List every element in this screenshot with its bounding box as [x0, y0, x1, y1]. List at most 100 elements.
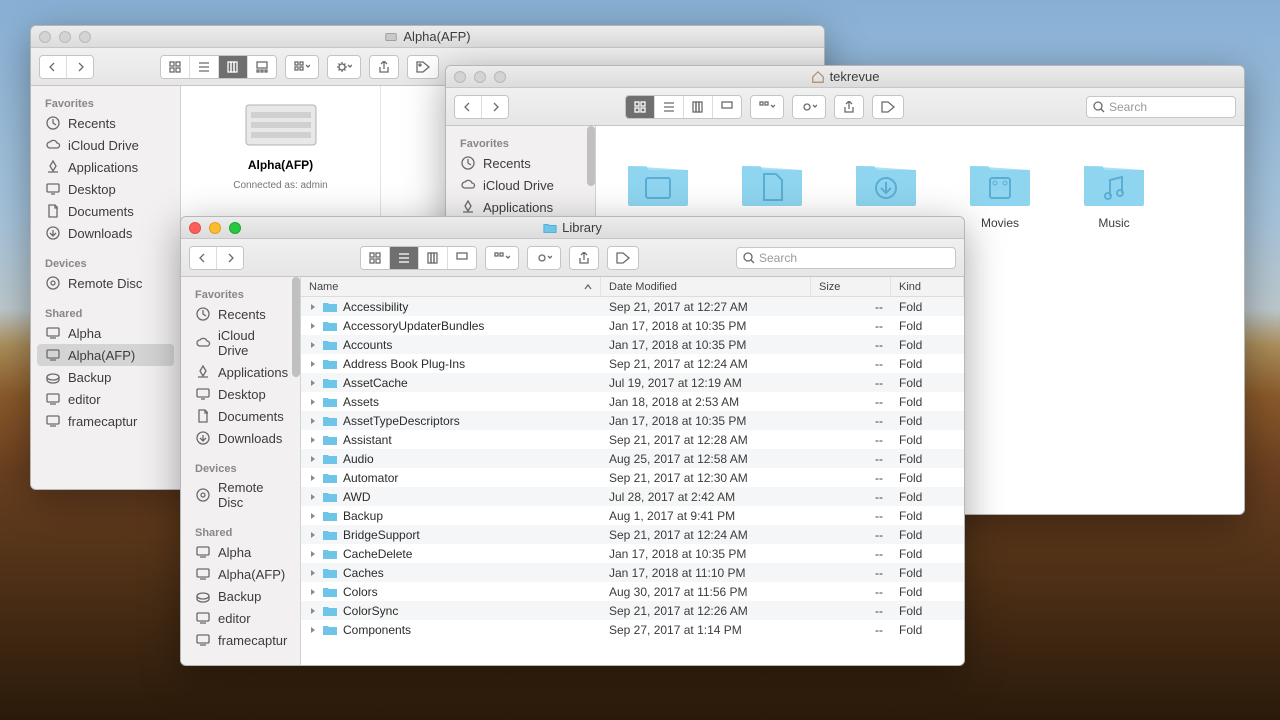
tags-button[interactable]: [408, 56, 438, 78]
sidebar-item-applications[interactable]: Applications: [446, 196, 595, 218]
column-view-button[interactable]: [419, 247, 448, 269]
disclosure-triangle-icon[interactable]: [309, 626, 317, 634]
icon-view-button[interactable]: [161, 56, 190, 78]
gallery-view-button[interactable]: [713, 96, 741, 118]
disclosure-triangle-icon[interactable]: [309, 379, 317, 387]
titlebar[interactable]: Alpha(AFP): [31, 26, 824, 48]
icon-view-button[interactable]: [361, 247, 390, 269]
tags-button[interactable]: [873, 96, 903, 118]
table-row[interactable]: ColorSync Sep 21, 2017 at 12:26 AM -- Fo…: [301, 601, 964, 620]
sidebar-item-alpha[interactable]: Alpha: [181, 541, 300, 563]
scrollbar[interactable]: [587, 126, 595, 186]
date-column-header[interactable]: Date Modified: [601, 277, 811, 296]
sidebar-item-alpha-afp-[interactable]: Alpha(AFP): [37, 344, 174, 366]
sidebar-item-recents[interactable]: Recents: [181, 303, 300, 325]
disclosure-triangle-icon[interactable]: [309, 436, 317, 444]
sidebar-item-recents[interactable]: Recents: [446, 152, 595, 174]
scrollbar[interactable]: [292, 277, 300, 377]
sidebar-item-icloud-drive[interactable]: iCloud Drive: [31, 134, 180, 156]
column-view-button[interactable]: [684, 96, 713, 118]
arrange-button[interactable]: [751, 96, 783, 118]
disclosure-triangle-icon[interactable]: [309, 512, 317, 520]
back-button[interactable]: [40, 56, 67, 78]
table-row[interactable]: Colors Aug 30, 2017 at 11:56 PM -- Fold: [301, 582, 964, 601]
sidebar-item-documents[interactable]: Documents: [181, 405, 300, 427]
sidebar-item-icloud-drive[interactable]: iCloud Drive: [446, 174, 595, 196]
share-button[interactable]: [570, 247, 598, 269]
folder-movies[interactable]: Movies: [968, 156, 1032, 230]
back-button[interactable]: [455, 96, 482, 118]
disclosure-triangle-icon[interactable]: [309, 607, 317, 615]
sidebar-item-remote-disc[interactable]: Remote Disc: [31, 272, 180, 294]
action-button[interactable]: [328, 56, 360, 78]
search-field[interactable]: Search: [1086, 96, 1236, 118]
titlebar[interactable]: tekrevue: [446, 66, 1244, 88]
titlebar[interactable]: Library: [181, 217, 964, 239]
disclosure-triangle-icon[interactable]: [309, 398, 317, 406]
sidebar-item-editor[interactable]: editor: [31, 388, 180, 410]
disclosure-triangle-icon[interactable]: [309, 569, 317, 577]
table-row[interactable]: Caches Jan 17, 2018 at 11:10 PM -- Fold: [301, 563, 964, 582]
gallery-view-button[interactable]: [248, 56, 276, 78]
sidebar-item-applications[interactable]: Applications: [181, 361, 300, 383]
name-column-header[interactable]: Name: [301, 277, 601, 296]
table-row[interactable]: AWD Jul 28, 2017 at 2:42 AM -- Fold: [301, 487, 964, 506]
size-column-header[interactable]: Size: [811, 277, 891, 296]
sidebar-item-desktop[interactable]: Desktop: [181, 383, 300, 405]
disclosure-triangle-icon[interactable]: [309, 455, 317, 463]
table-row[interactable]: Audio Aug 25, 2017 at 12:58 AM -- Fold: [301, 449, 964, 468]
disclosure-triangle-icon[interactable]: [309, 303, 317, 311]
table-row[interactable]: Components Sep 27, 2017 at 1:14 PM -- Fo…: [301, 620, 964, 639]
table-row[interactable]: Accessibility Sep 21, 2017 at 12:27 AM -…: [301, 297, 964, 316]
disclosure-triangle-icon[interactable]: [309, 341, 317, 349]
table-row[interactable]: Assistant Sep 21, 2017 at 12:28 AM -- Fo…: [301, 430, 964, 449]
sidebar-item-downloads[interactable]: Downloads: [181, 427, 300, 449]
disclosure-triangle-icon[interactable]: [309, 550, 317, 558]
arrange-button[interactable]: [286, 56, 318, 78]
sidebar-item-remote-disc[interactable]: Remote Disc: [181, 477, 300, 513]
table-row[interactable]: CacheDelete Jan 17, 2018 at 10:35 PM -- …: [301, 544, 964, 563]
share-button[interactable]: [835, 96, 863, 118]
sidebar-item-editor[interactable]: editor: [181, 607, 300, 629]
disclosure-triangle-icon[interactable]: [309, 360, 317, 368]
disclosure-triangle-icon[interactable]: [309, 417, 317, 425]
sidebar-item-documents[interactable]: Documents: [31, 200, 180, 222]
table-row[interactable]: Backup Aug 1, 2017 at 9:41 PM -- Fold: [301, 506, 964, 525]
search-field[interactable]: Search: [736, 247, 956, 269]
forward-button[interactable]: [67, 56, 93, 78]
table-row[interactable]: Automator Sep 21, 2017 at 12:30 AM -- Fo…: [301, 468, 964, 487]
list-view-button[interactable]: [190, 56, 219, 78]
disclosure-triangle-icon[interactable]: [309, 588, 317, 596]
disclosure-triangle-icon[interactable]: [309, 493, 317, 501]
sidebar-item-icloud-drive[interactable]: iCloud Drive: [181, 325, 300, 361]
table-row[interactable]: Accounts Jan 17, 2018 at 10:35 PM -- Fol…: [301, 335, 964, 354]
sidebar-item-backup[interactable]: Backup: [181, 585, 300, 607]
disclosure-triangle-icon[interactable]: [309, 531, 317, 539]
disclosure-triangle-icon[interactable]: [309, 474, 317, 482]
sidebar-item-alpha-afp-[interactable]: Alpha(AFP): [181, 563, 300, 585]
list-view-button[interactable]: [390, 247, 419, 269]
action-button[interactable]: [793, 96, 825, 118]
arrange-button[interactable]: [486, 247, 518, 269]
table-row[interactable]: BridgeSupport Sep 21, 2017 at 12:24 AM -…: [301, 525, 964, 544]
icon-view-button[interactable]: [626, 96, 655, 118]
folder-music[interactable]: Music: [1082, 156, 1146, 230]
column-view-button[interactable]: [219, 56, 248, 78]
share-button[interactable]: [370, 56, 398, 78]
disclosure-triangle-icon[interactable]: [309, 322, 317, 330]
sidebar-item-applications[interactable]: Applications: [31, 156, 180, 178]
list-view-button[interactable]: [655, 96, 684, 118]
sidebar-item-recents[interactable]: Recents: [31, 112, 180, 134]
sidebar-item-framecaptur[interactable]: framecaptur: [31, 410, 180, 432]
sidebar-item-desktop[interactable]: Desktop: [31, 178, 180, 200]
table-row[interactable]: AccessoryUpdaterBundles Jan 17, 2018 at …: [301, 316, 964, 335]
kind-column-header[interactable]: Kind: [891, 277, 964, 296]
back-button[interactable]: [190, 247, 217, 269]
table-row[interactable]: Assets Jan 18, 2018 at 2:53 AM -- Fold: [301, 392, 964, 411]
sidebar-item-backup[interactable]: Backup: [31, 366, 180, 388]
forward-button[interactable]: [482, 96, 508, 118]
sidebar-item-framecaptur[interactable]: framecaptur: [181, 629, 300, 651]
table-row[interactable]: AssetCache Jul 19, 2017 at 12:19 AM -- F…: [301, 373, 964, 392]
action-button[interactable]: [528, 247, 560, 269]
sidebar-item-alpha[interactable]: Alpha: [31, 322, 180, 344]
